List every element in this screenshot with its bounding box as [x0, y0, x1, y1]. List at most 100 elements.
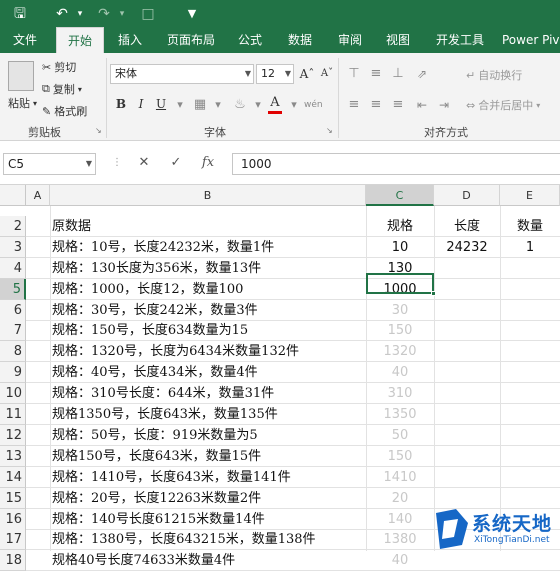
enter-icon[interactable]: ✓	[166, 155, 186, 170]
row-header[interactable]: 9	[0, 362, 26, 383]
cell-d12[interactable]	[434, 425, 500, 446]
phonetic-icon[interactable]: wén	[304, 98, 323, 112]
tab-review[interactable]: 审阅	[330, 27, 370, 53]
italic-button[interactable]: I	[132, 95, 150, 113]
cell-b14[interactable]: 规格：1410号，长度643米，数量141件	[52, 467, 364, 488]
cell-d9[interactable]	[434, 362, 500, 383]
cut-button[interactable]: ✂ 剪切	[42, 59, 76, 75]
undo-dropdown-icon[interactable]: ▾	[70, 4, 90, 24]
row-header[interactable]: 14	[0, 467, 26, 488]
cell-e6[interactable]	[500, 300, 560, 321]
redo-icon[interactable]: ↷	[94, 4, 114, 24]
document-icon[interactable]: □	[138, 4, 158, 24]
cell-c18[interactable]: 40	[366, 550, 434, 571]
cell-b10[interactable]: 规格：310号长度：644米，数量31件	[52, 383, 364, 404]
cell-d6[interactable]	[434, 300, 500, 321]
insert-function-icon[interactable]: fx	[198, 155, 218, 170]
undo-icon[interactable]: ↶	[52, 4, 72, 24]
paste-button[interactable]: 粘贴 ▾	[8, 95, 37, 111]
font-launcher-icon[interactable]: ↘	[326, 126, 333, 135]
cell-d2[interactable]: 长度	[434, 216, 500, 237]
cell-b12[interactable]: 规格：50号，长度：919米数量为5	[52, 425, 364, 446]
cell-b11[interactable]: 规格1350号，长度643米，数量135件	[52, 404, 364, 425]
cell-e14[interactable]	[500, 467, 560, 488]
format-painter-button[interactable]: ✎ 格式刷	[42, 103, 87, 119]
font-name-combo[interactable]: 宋体 ▼	[110, 64, 254, 84]
cell-c15[interactable]: 20	[366, 488, 434, 509]
tab-formulas[interactable]: 公式	[230, 27, 270, 53]
tab-power-pivot[interactable]: Power Piv	[502, 27, 560, 53]
borders-dropdown-icon[interactable]: ▾	[210, 98, 226, 112]
cell-c12[interactable]: 50	[366, 425, 434, 446]
cell-d18[interactable]	[434, 550, 500, 571]
decrease-font-size-icon[interactable]: Aˇ	[318, 65, 336, 83]
row-header[interactable]: 5	[0, 279, 26, 300]
column-header-c[interactable]: C	[366, 185, 434, 206]
tab-page-layout[interactable]: 页面布局	[160, 27, 222, 53]
cell-e9[interactable]	[500, 362, 560, 383]
row-header[interactable]: 3	[0, 237, 26, 258]
cell-b4[interactable]: 规格：130长度为356米，数量13件	[52, 258, 364, 279]
cell-d11[interactable]	[434, 404, 500, 425]
customize-toolbar-icon[interactable]: ▼	[182, 4, 202, 24]
drag-handle-icon[interactable]: ⋮	[112, 157, 122, 168]
row-header[interactable]: 15	[0, 488, 26, 509]
cell-c7[interactable]: 150	[366, 320, 434, 341]
column-header-e[interactable]: E	[500, 185, 560, 206]
cell-e12[interactable]	[500, 425, 560, 446]
cell-c3[interactable]: 10	[366, 237, 434, 258]
cell-d4[interactable]	[434, 258, 500, 279]
cancel-icon[interactable]: ✕	[134, 155, 154, 170]
cell-d3[interactable]: 24232	[434, 237, 500, 258]
cell-b15[interactable]: 规格：20号，长度12263米数量2件	[52, 488, 364, 509]
increase-indent-icon[interactable]: ⇥	[436, 98, 452, 112]
cell-e4[interactable]	[500, 258, 560, 279]
tab-home[interactable]: 开始	[56, 27, 104, 53]
row-header[interactable]: 18	[0, 550, 26, 571]
cell-c8[interactable]: 1320	[366, 341, 434, 362]
name-box[interactable]: C5 ▼	[3, 153, 96, 175]
align-center-icon[interactable]: ≡	[368, 98, 384, 112]
cell-d10[interactable]	[434, 383, 500, 404]
row-header[interactable]: 4	[0, 258, 26, 279]
cell-b16[interactable]: 规格：140号长度61215米数量14件	[52, 509, 364, 530]
row-header[interactable]: 11	[0, 404, 26, 425]
cell-e7[interactable]	[500, 320, 560, 341]
save-icon[interactable]: 🖫	[10, 4, 30, 24]
row-header[interactable]: 8	[0, 341, 26, 362]
cell-b18[interactable]: 规格40号长度74633米数量4件	[52, 550, 364, 571]
row-header[interactable]: 12	[0, 425, 26, 446]
tab-view[interactable]: 视图	[378, 27, 418, 53]
cell-c17[interactable]: 1380	[366, 529, 434, 550]
cell-e11[interactable]	[500, 404, 560, 425]
wrap-text-button[interactable]: ↵ 自动换行	[466, 67, 522, 83]
align-right-icon[interactable]: ≡	[390, 98, 406, 112]
tab-developer[interactable]: 开发工具	[428, 27, 492, 53]
cell-c13[interactable]: 150	[366, 446, 434, 467]
row-header[interactable]: 16	[0, 509, 26, 530]
cell-b8[interactable]: 规格：1320号，长度为6434米数量132件	[52, 341, 364, 362]
align-bottom-icon[interactable]: ⊥	[390, 67, 406, 81]
fill-color-dropdown-icon[interactable]: ▾	[250, 98, 266, 112]
align-top-icon[interactable]: ⊤	[346, 67, 362, 81]
cell-e5[interactable]	[500, 279, 560, 300]
tab-data[interactable]: 数据	[280, 27, 320, 53]
paste-icon[interactable]	[8, 61, 34, 91]
select-all-corner[interactable]	[0, 185, 26, 206]
cell-c6[interactable]: 30	[366, 300, 434, 321]
cell-c14[interactable]: 1410	[366, 467, 434, 488]
increase-font-size-icon[interactable]: Aˆ	[298, 65, 316, 83]
cell-b7[interactable]: 规格：150号，长度634数量为15	[52, 320, 364, 341]
cell-e2[interactable]: 数量	[500, 216, 560, 237]
font-color-dropdown-icon[interactable]: ▾	[286, 98, 302, 112]
tab-insert[interactable]: 插入	[110, 27, 150, 53]
row-header[interactable]: 10	[0, 383, 26, 404]
row-header[interactable]: 13	[0, 446, 26, 467]
row-header[interactable]: 17	[0, 529, 26, 550]
align-left-icon[interactable]: ≡	[346, 98, 362, 112]
cell-c10[interactable]: 310	[366, 383, 434, 404]
bold-button[interactable]: B	[112, 95, 130, 113]
cell-e10[interactable]	[500, 383, 560, 404]
borders-icon[interactable]: ▦	[192, 98, 208, 112]
row-header[interactable]: 7	[0, 320, 26, 341]
